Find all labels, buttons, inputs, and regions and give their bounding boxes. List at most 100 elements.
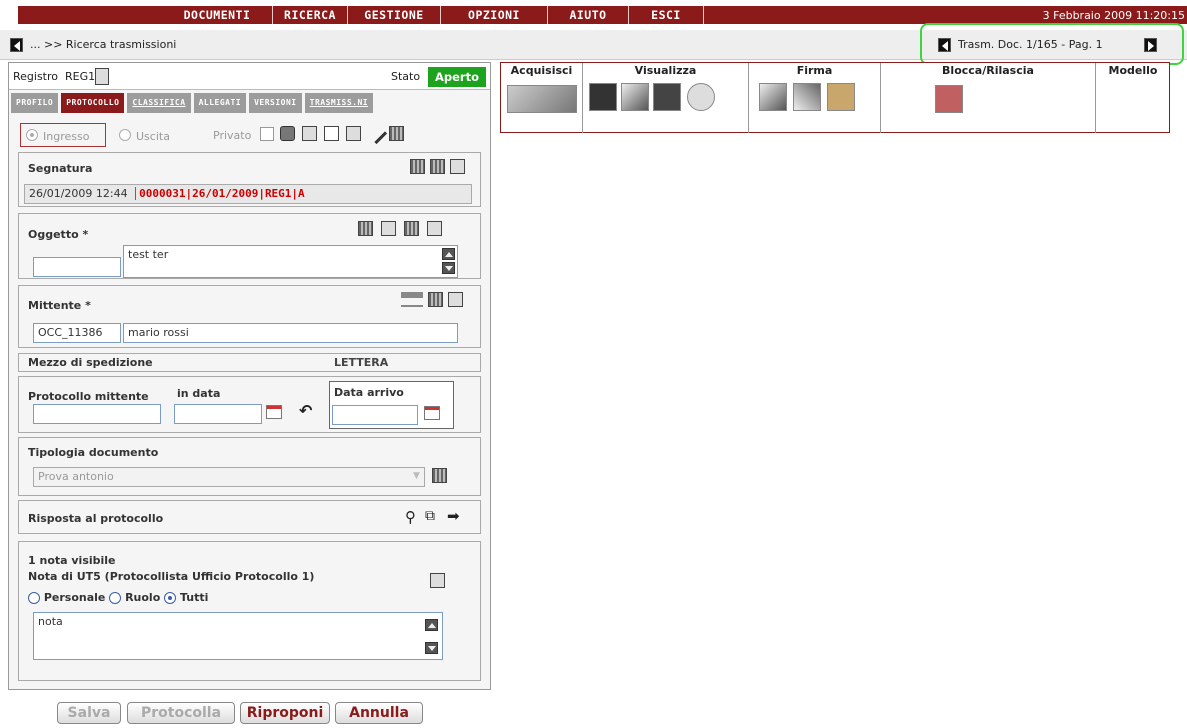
menu-aiuto[interactable]: AIUTO — [548, 6, 629, 24]
spellcheck-icon[interactable] — [358, 221, 373, 236]
view-icon[interactable] — [589, 83, 617, 111]
radio-personale[interactable] — [28, 592, 40, 604]
note-count: 1 nota visibile — [28, 554, 116, 567]
ingresso-radio[interactable] — [26, 129, 38, 141]
mittente-name-input[interactable]: mario rossi — [123, 323, 458, 343]
pager-label: Trasm. Doc. 1/165 - Pag. 1 — [958, 38, 1103, 51]
page-icon[interactable] — [324, 126, 339, 141]
print-doc-icon[interactable] — [346, 126, 361, 141]
protocolla-button[interactable]: Protocolla — [127, 702, 235, 724]
tab-trasmissioni[interactable]: TRASMISS.NI — [304, 93, 374, 113]
tab-allegati[interactable]: ALLEGATI — [193, 93, 247, 113]
note-list-icon[interactable] — [430, 573, 445, 588]
segnatura-title: Segnatura — [28, 162, 93, 175]
data-arrivo-calendar-icon[interactable] — [424, 406, 440, 420]
action-toolbar: Acquisisci Visualizza Firma Blocca/Rilas… — [500, 62, 1170, 133]
data-arrivo-label: Data arrivo — [334, 386, 404, 399]
printer-icon[interactable] — [410, 159, 425, 174]
sign-icon[interactable] — [759, 83, 787, 111]
radio-ruolo[interactable] — [109, 592, 122, 604]
breadcrumb[interactable]: ... >> Ricerca trasmissioni — [30, 38, 176, 51]
menu-gestione[interactable]: GESTIONE — [348, 6, 441, 24]
next-page-icon[interactable] — [1144, 38, 1157, 52]
registro-doc-icon[interactable] — [95, 68, 109, 85]
menu-documenti[interactable]: DOCUMENTI — [162, 6, 273, 24]
mittente-code-input[interactable]: OCC_11386 — [33, 323, 121, 343]
tipologia-label: Tipologia documento — [28, 446, 159, 459]
copy-date-arrow-icon[interactable]: ↶ — [299, 401, 312, 420]
abc-profile-icon[interactable] — [432, 468, 447, 483]
risposta-label: Risposta al protocollo — [28, 512, 164, 525]
in-data-input[interactable] — [174, 404, 262, 424]
receipt-icon[interactable] — [450, 159, 465, 174]
note-textarea[interactable]: nota — [33, 612, 443, 660]
lock-release-icon[interactable] — [935, 85, 963, 113]
note-scroll-up[interactable] — [425, 619, 438, 631]
scanner-icon[interactable] — [507, 85, 577, 113]
registro-label: Registro — [13, 70, 59, 83]
refresh-icon[interactable] — [687, 83, 715, 111]
go-arrow-icon[interactable]: ➡ — [447, 507, 460, 525]
scan-icon[interactable] — [280, 126, 295, 141]
menu-esci[interactable]: ESCI — [629, 6, 704, 24]
uscita-radio[interactable] — [119, 129, 131, 141]
barcode-icon[interactable] — [430, 159, 445, 174]
radio-tutti[interactable] — [164, 592, 177, 604]
tab-bar: PROFILO PROTOCOLLO CLASSIFICA ALLEGATI V… — [9, 93, 490, 113]
document-icon[interactable] — [302, 126, 317, 141]
note-author: Nota di UT5 (Protocollista Ufficio Proto… — [28, 570, 315, 583]
protocollo-mittente-label: Protocollo mittente — [28, 390, 149, 403]
protocollo-mittente-input[interactable] — [33, 404, 161, 424]
gears-icon[interactable] — [389, 126, 404, 141]
header-visualizza: Visualizza — [583, 63, 749, 79]
riproponi-button[interactable]: Riproponi — [240, 702, 330, 724]
zoom-view-icon[interactable] — [621, 83, 649, 111]
mittente-section: Mittente * OCC_11386 mario rossi — [18, 285, 481, 348]
back-arrow-icon[interactable] — [10, 38, 23, 52]
header-acquisisci: Acquisisci — [501, 63, 583, 79]
link-icon[interactable]: ⧉ — [425, 508, 435, 524]
menu-ricerca[interactable]: RICERCA — [273, 6, 348, 24]
ingresso-option[interactable]: Ingresso — [20, 123, 106, 147]
details-icon[interactable] — [448, 292, 463, 307]
tab-classifica[interactable]: CLASSIFICA — [127, 93, 191, 113]
tab-profilo[interactable]: PROFILO — [11, 93, 59, 113]
stato-badge: Aperto — [428, 67, 486, 87]
privato-checkbox[interactable] — [260, 127, 274, 141]
oggetto-scroll-up[interactable] — [442, 248, 455, 260]
binary-view-icon[interactable] — [653, 83, 681, 111]
mezzo-section: Mezzo di spedizione LETTERA — [18, 353, 481, 372]
oggettario-icon[interactable] — [427, 221, 442, 236]
search-user-icon[interactable] — [428, 292, 443, 307]
note-icon[interactable] — [381, 221, 396, 236]
tab-versioni[interactable]: VERSIONI — [249, 93, 302, 113]
salva-button[interactable]: Salva — [57, 702, 121, 724]
pencil-icon[interactable] — [365, 122, 388, 145]
data-arrivo-input[interactable] — [332, 405, 418, 425]
mittente-title: Mittente * — [28, 299, 91, 312]
prev-page-icon[interactable] — [938, 38, 951, 52]
search-icon[interactable]: ⚲ — [405, 508, 416, 526]
smartcard-icon[interactable] — [827, 83, 855, 111]
tipologia-select[interactable]: Prova antonio — [33, 467, 425, 487]
segnatura-code: 0000031|26/01/2009|REG1|A — [135, 187, 305, 200]
abc-list-icon[interactable] — [404, 221, 419, 236]
datetime: 3 Febbraio 2009 11:20:15 — [1042, 8, 1185, 22]
oggetto-scroll-down[interactable] — [442, 262, 455, 274]
in-data-calendar-icon[interactable] — [266, 405, 282, 419]
annulla-button[interactable]: Annulla — [335, 702, 423, 724]
address-book-icon[interactable] — [401, 292, 423, 307]
menu-opzioni[interactable]: OPZIONI — [441, 6, 548, 24]
segnatura-date: 26/01/2009 12:44 — [29, 187, 128, 200]
chevron-down-icon[interactable]: ▼ — [413, 471, 420, 481]
privato-label: Privato — [213, 129, 252, 142]
note-section: 1 nota visibile Nota di UT5 (Protocollis… — [18, 541, 481, 681]
registro-value: REG1 — [65, 70, 96, 83]
risposta-section: Risposta al protocollo ⚲ ⧉ ➡ — [18, 500, 481, 534]
tab-protocollo[interactable]: PROTOCOLLO — [61, 93, 125, 113]
oggetto-code-input[interactable] — [33, 257, 121, 277]
cosign-icon[interactable] — [793, 83, 821, 111]
oggetto-textarea[interactable]: test ter — [123, 245, 458, 278]
mezzo-label: Mezzo di spedizione — [28, 356, 153, 369]
note-scroll-down[interactable] — [425, 642, 438, 654]
